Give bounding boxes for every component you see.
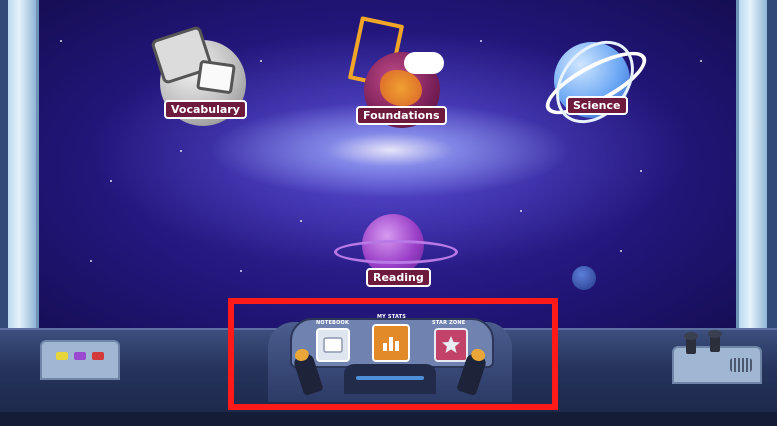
page-icon <box>196 59 236 95</box>
red-switch-icon <box>92 352 104 360</box>
left-control-panel <box>40 340 120 380</box>
star <box>110 180 112 182</box>
console-bottom <box>0 412 777 426</box>
star <box>640 170 642 172</box>
planet-label: Science <box>566 96 628 115</box>
planet-science-button[interactable]: Science <box>537 25 655 139</box>
star <box>180 150 182 152</box>
star <box>700 60 702 62</box>
star <box>60 40 62 42</box>
star <box>260 60 262 62</box>
window-frame-right <box>736 0 777 360</box>
planet-label: Vocabulary <box>164 100 247 119</box>
window-frame-left <box>0 0 39 360</box>
star <box>90 260 92 262</box>
highlight-box <box>228 298 558 410</box>
knob-icon <box>708 330 722 352</box>
planet-label: Foundations <box>356 106 447 125</box>
star <box>480 40 482 42</box>
yellow-switch-icon <box>56 352 68 360</box>
planet-foundations-button[interactable]: Foundations <box>340 16 460 130</box>
star <box>620 250 622 252</box>
knob-icon <box>684 332 698 354</box>
purple-switch-icon <box>74 352 86 360</box>
right-control-panel <box>672 330 762 384</box>
planet-reading-button[interactable]: Reading <box>326 206 458 298</box>
star <box>300 220 302 222</box>
planet-vocabulary-button[interactable]: Vocabulary <box>140 25 260 128</box>
vent-icon <box>730 358 752 372</box>
background-planet <box>572 266 596 290</box>
cloud-icon <box>404 52 444 74</box>
planet-ring-icon <box>334 240 458 264</box>
star <box>240 270 242 272</box>
star <box>520 210 522 212</box>
planet-label: Reading <box>366 268 431 287</box>
orbit-ring-icon <box>540 25 650 139</box>
